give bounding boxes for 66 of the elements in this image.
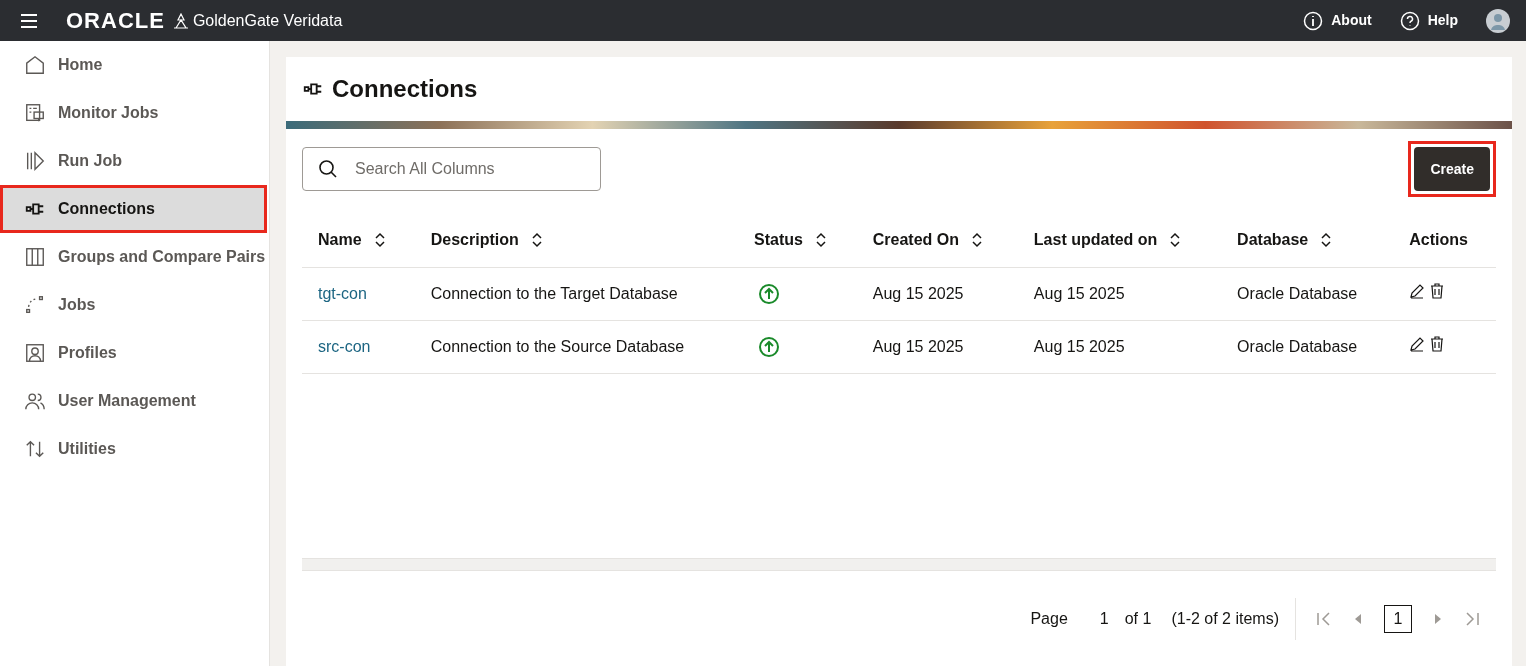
nav-item[interactable]: Utilities <box>0 425 269 473</box>
info-icon <box>1303 10 1324 31</box>
play-icon <box>24 150 46 172</box>
column-header[interactable]: Last updated on <box>1017 213 1222 267</box>
table-cell: Oracle Database <box>1237 337 1358 355</box>
nav-item[interactable]: Home <box>0 41 269 89</box>
search-field[interactable]: Search All Columns <box>302 147 601 191</box>
connection-link[interactable]: src-con <box>318 337 371 355</box>
next-page-icon[interactable] <box>1434 612 1442 625</box>
columns-icon <box>24 246 46 268</box>
about-link[interactable]: About <box>1303 10 1372 31</box>
nav-item[interactable]: Connections <box>0 185 267 233</box>
table-cell: Aug 15 2025 <box>872 284 964 302</box>
first-page-icon[interactable] <box>1316 610 1332 627</box>
column-header[interactable]: Created On <box>856 213 1018 267</box>
page-number: 1 <box>1099 608 1109 629</box>
oracle-logo: ORACLE <box>66 9 165 32</box>
sort-icon[interactable] <box>373 231 386 248</box>
sort-icon[interactable] <box>814 231 827 248</box>
edit-icon[interactable] <box>1409 335 1426 352</box>
nav-item[interactable]: Monitor Jobs <box>0 89 269 137</box>
table-cell: Aug 15 2025 <box>872 337 964 355</box>
page-title: Connections <box>332 74 478 104</box>
column-header[interactable]: Description <box>414 213 738 267</box>
sort-icon[interactable] <box>1320 231 1333 248</box>
product-name: GoldenGate Veridata <box>192 10 343 31</box>
delete-icon[interactable] <box>1429 335 1446 352</box>
sort-icon[interactable] <box>530 231 543 248</box>
page-label: Page <box>1030 608 1068 629</box>
monitor-icon <box>24 102 46 124</box>
nav-item[interactable]: Profiles <box>0 329 269 377</box>
previous-page-icon[interactable] <box>1354 612 1362 625</box>
path-icon <box>24 294 46 316</box>
profile-icon <box>24 342 46 364</box>
table-cell: Oracle Database <box>1237 284 1358 302</box>
column-header: Actions <box>1393 213 1496 267</box>
sort-icon[interactable] <box>1169 231 1182 248</box>
column-header[interactable]: Name <box>302 213 415 267</box>
edit-icon[interactable] <box>1409 282 1426 299</box>
table-cell: Aug 15 2025 <box>1033 284 1125 302</box>
help-link[interactable]: Help <box>1399 10 1458 31</box>
page-total: of 1 <box>1124 608 1152 629</box>
last-page-icon[interactable] <box>1464 610 1480 627</box>
arrows-icon <box>24 438 46 460</box>
tower-icon <box>172 12 189 29</box>
items-summary: (1-2 of 2 items) <box>1171 608 1279 629</box>
nav-item[interactable]: User Management <box>0 377 269 425</box>
sort-icon[interactable] <box>971 231 983 248</box>
page-button[interactable]: 1 <box>1384 604 1412 633</box>
table-cell: Aug 15 2025 <box>1033 337 1125 355</box>
delete-icon[interactable] <box>1429 282 1446 299</box>
table-cell: Connection to the Source Database <box>430 337 685 355</box>
help-icon <box>1399 10 1420 31</box>
nav-item[interactable]: Jobs <box>0 281 269 329</box>
connection-link[interactable]: tgt-con <box>318 284 367 302</box>
menu-icon[interactable] <box>20 12 38 29</box>
search-icon <box>318 159 338 179</box>
users-icon <box>24 390 46 412</box>
create-button[interactable]: Create <box>1414 147 1490 191</box>
column-header[interactable]: Status <box>738 213 857 267</box>
avatar-icon[interactable] <box>1486 8 1510 33</box>
home-icon <box>24 54 46 76</box>
nav-item[interactable]: Run Job <box>0 137 269 185</box>
table-cell: Connection to the Target Database <box>430 284 678 302</box>
nav-item[interactable]: Groups and Compare Pairs <box>0 233 269 281</box>
column-header[interactable]: Database <box>1221 213 1394 267</box>
